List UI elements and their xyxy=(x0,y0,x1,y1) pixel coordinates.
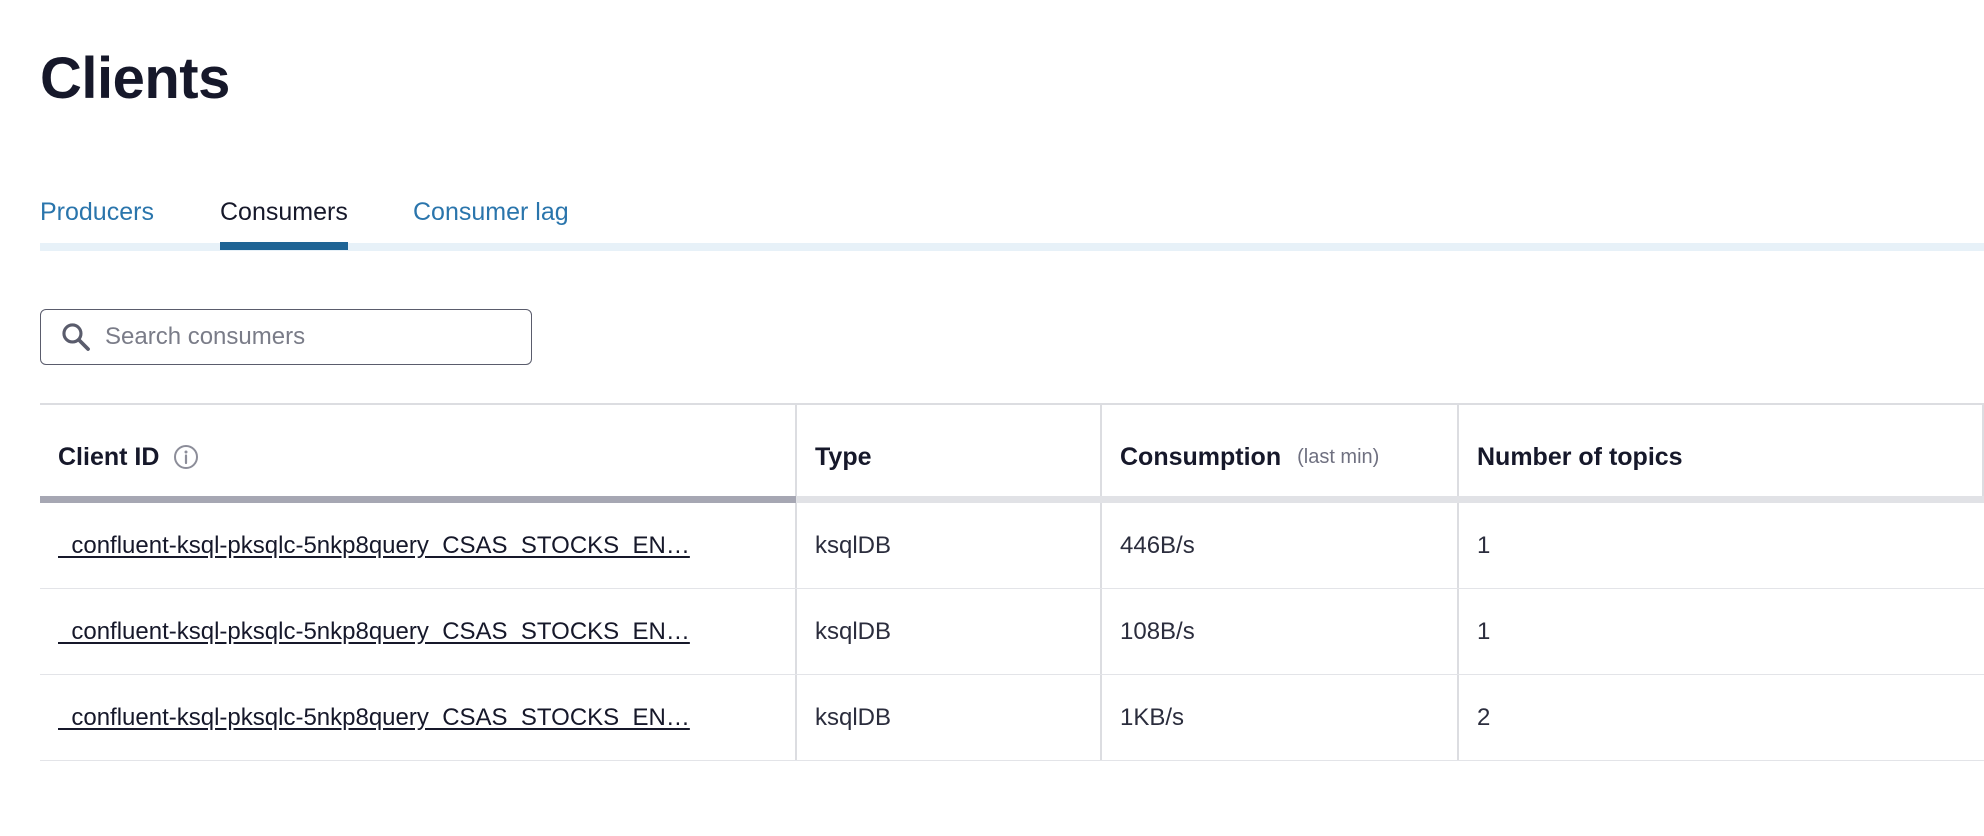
sorted-column-indicator xyxy=(40,496,796,503)
tab-bar: Producers Consumers Consumer lag xyxy=(40,190,1984,250)
page-title: Clients xyxy=(40,46,230,111)
client-id-link[interactable]: _confluent-ksql-pksqlc-5nkp8query_CSAS_S… xyxy=(58,704,690,732)
table-row: _confluent-ksql-pksqlc-5nkp8query_CSAS_S… xyxy=(40,589,1984,675)
search-box[interactable] xyxy=(40,309,532,365)
column-header-label: Type xyxy=(815,442,872,471)
cell-client-id: _confluent-ksql-pksqlc-5nkp8query_CSAS_S… xyxy=(40,589,797,674)
search-icon xyxy=(59,320,93,354)
tab-producers[interactable]: Producers xyxy=(40,190,154,250)
cell-consumption: 108B/s xyxy=(1102,589,1459,674)
column-header-type[interactable]: Type xyxy=(797,405,1102,503)
search-input[interactable] xyxy=(105,323,505,351)
info-icon[interactable] xyxy=(173,444,199,470)
column-header-consumption[interactable]: Consumption (last min) xyxy=(1102,405,1459,503)
cell-client-id: _confluent-ksql-pksqlc-5nkp8query_CSAS_S… xyxy=(40,503,797,588)
cell-type: ksqlDB xyxy=(797,589,1102,674)
cell-type: ksqlDB xyxy=(797,675,1102,760)
table-row: _confluent-ksql-pksqlc-5nkp8query_CSAS_S… xyxy=(40,503,1984,589)
cell-number-of-topics: 1 xyxy=(1477,531,1491,559)
table-header: Client ID Type Consumption (last min) Nu… xyxy=(40,405,1984,503)
column-header-sublabel: (last min) xyxy=(1297,445,1380,468)
tab-consumers[interactable]: Consumers xyxy=(220,190,348,250)
column-header-label: Client ID xyxy=(58,442,160,471)
column-header-label: Number of topics xyxy=(1477,442,1683,471)
cell-consumption: 1KB/s xyxy=(1102,675,1459,760)
cell-number-of-topics: 2 xyxy=(1477,703,1491,731)
table-row: _confluent-ksql-pksqlc-5nkp8query_CSAS_S… xyxy=(40,675,1984,761)
client-id-link[interactable]: _confluent-ksql-pksqlc-5nkp8query_CSAS_S… xyxy=(58,618,690,646)
client-id-link[interactable]: _confluent-ksql-pksqlc-5nkp8query_CSAS_S… xyxy=(58,532,690,560)
tab-consumer-lag[interactable]: Consumer lag xyxy=(413,190,569,250)
cell-number-of-topics: 1 xyxy=(1477,617,1491,645)
column-header-client-id[interactable]: Client ID xyxy=(40,405,797,503)
cell-consumption: 446B/s xyxy=(1102,503,1459,588)
header-underline xyxy=(40,496,1984,503)
column-header-label: Consumption xyxy=(1120,442,1282,471)
consumers-table: Client ID Type Consumption (last min) Nu… xyxy=(40,403,1984,761)
cell-type: ksqlDB xyxy=(797,503,1102,588)
column-header-number-of-topics[interactable]: Number of topics xyxy=(1459,405,1984,503)
cell-client-id: _confluent-ksql-pksqlc-5nkp8query_CSAS_S… xyxy=(40,675,797,760)
